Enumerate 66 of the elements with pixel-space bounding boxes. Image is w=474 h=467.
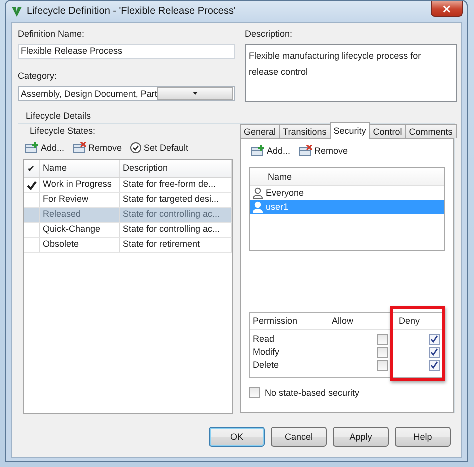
table-cell: Released <box>40 208 120 222</box>
state-row[interactable]: Obsolete State for retirement <box>24 238 232 253</box>
check-circle-icon <box>130 142 142 154</box>
close-button[interactable]: × <box>431 1 463 17</box>
table-cell: For Review <box>40 193 120 207</box>
toolbar-button[interactable]: Remove <box>70 140 124 156</box>
table-cell: State for targeted desi... <box>120 193 232 207</box>
table-remove-icon <box>72 142 87 154</box>
column-header[interactable]: Deny <box>399 313 420 329</box>
table-cell: Obsolete <box>40 238 120 252</box>
table-add-icon <box>25 142 39 154</box>
table-cell-text: Modify <box>253 346 281 359</box>
table-cell: State for controlling ac... <box>120 208 232 222</box>
dialog-button[interactable]: Help <box>395 427 451 447</box>
table-cell: State for controlling ac... <box>120 223 232 237</box>
table-cell: State for retirement <box>120 238 232 252</box>
person-outline-icon <box>252 187 264 199</box>
column-header[interactable]: Description <box>120 160 232 177</box>
state-row[interactable]: Released State for controlling ac... <box>24 208 232 223</box>
state-row[interactable]: Work in Progress State for free-form de... <box>24 178 232 193</box>
state-row[interactable]: Quick-Change State for controlling ac... <box>24 223 232 238</box>
name-field[interactable]: Flexible Release Process <box>18 44 235 59</box>
column-header[interactable]: Permission <box>253 313 298 329</box>
table-cell: Work in Progress <box>40 178 120 192</box>
checkbox[interactable] <box>429 347 440 358</box>
table-add-icon <box>251 145 265 157</box>
toolbar-button[interactable]: Add... <box>23 140 67 156</box>
app-logo-icon <box>11 6 23 18</box>
column-header[interactable]: ✔ <box>24 160 40 177</box>
toolbar-button[interactable]: Set Default <box>128 140 191 156</box>
person-icon <box>252 201 264 213</box>
dialog-button[interactable]: OK <box>209 427 265 447</box>
toolbar-button[interactable]: Add... <box>249 143 293 159</box>
section-label: Lifecycle States: <box>30 125 96 138</box>
field-label: Description: <box>245 28 294 41</box>
table-cell: State for free-form de... <box>120 178 232 192</box>
checkbox[interactable] <box>429 334 440 345</box>
table-cell-text: Delete <box>253 359 280 372</box>
group-title: Lifecycle Details <box>26 110 92 123</box>
description-field[interactable]: Flexible manufacturing lifecycle process for release control <box>245 44 457 102</box>
tab[interactable]: Transitions <box>279 124 331 138</box>
checkbox-label: No state-based security <box>265 388 360 398</box>
checkbox[interactable] <box>429 360 440 371</box>
dialog-button[interactable]: Apply <box>333 427 389 447</box>
user-row[interactable]: Everyone <box>250 186 444 200</box>
toolbar-button[interactable]: Remove <box>296 143 350 159</box>
dialog-button[interactable]: Cancel <box>271 427 327 447</box>
tab[interactable]: Comments <box>405 124 457 138</box>
field-label: Category: <box>18 70 58 83</box>
window-title: Lifecycle Definition - 'Flexible Release Process' <box>27 6 237 17</box>
column-header[interactable]: Name <box>268 172 292 182</box>
tab[interactable]: Security <box>330 122 370 139</box>
checkbox[interactable] <box>377 360 388 371</box>
tab[interactable]: Control <box>369 124 406 138</box>
checkbox[interactable] <box>377 347 388 358</box>
table-cell: Quick-Change <box>40 223 120 237</box>
column-header[interactable]: Allow <box>332 313 354 329</box>
tab[interactable]: General <box>240 124 280 138</box>
checkbox[interactable] <box>249 387 260 398</box>
table-remove-icon <box>298 145 313 157</box>
category-dropdown[interactable]: Assembly, Design Document, Part <box>18 86 235 101</box>
column-header[interactable]: Name <box>40 160 120 177</box>
table-cell-text: Read <box>253 333 276 346</box>
dropdown-arrow-icon <box>192 92 198 95</box>
field-label: Definition Name: <box>18 28 86 41</box>
checkbox[interactable] <box>377 334 388 345</box>
